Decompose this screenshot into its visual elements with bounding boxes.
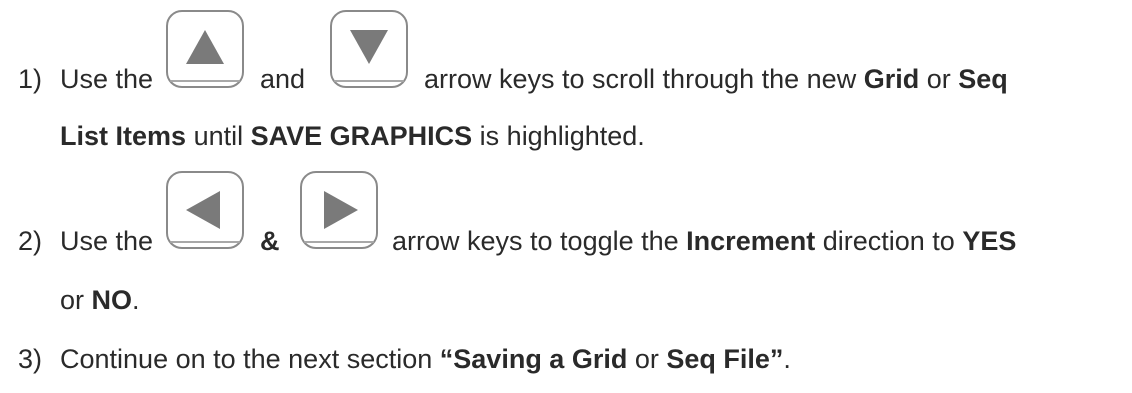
step-text: arrow keys to toggle the Increment direc… — [392, 226, 1017, 256]
right-arrow-icon — [324, 191, 358, 229]
left-arrow-icon — [186, 191, 220, 229]
right-arrow-key — [300, 171, 378, 249]
step-text: or NO. — [60, 285, 140, 315]
step-text: & — [260, 226, 280, 256]
step-text: arrow keys to scroll through the new Gri… — [424, 64, 1008, 94]
step-number: 1) — [18, 64, 43, 94]
up-arrow-key — [166, 10, 244, 88]
step-number: 3) — [18, 344, 43, 374]
step-text: Use the — [60, 226, 154, 256]
down-arrow-key — [330, 10, 408, 88]
step-text: List Items until SAVE GRAPHICS is highli… — [60, 121, 645, 151]
step-text: and — [260, 64, 306, 94]
left-arrow-key — [166, 171, 244, 249]
step-number: 2) — [18, 226, 43, 256]
down-arrow-icon — [350, 30, 388, 64]
up-arrow-icon — [186, 30, 224, 64]
step-text: Continue on to the next section “Saving … — [60, 344, 791, 374]
step-text: Use the — [60, 64, 154, 94]
